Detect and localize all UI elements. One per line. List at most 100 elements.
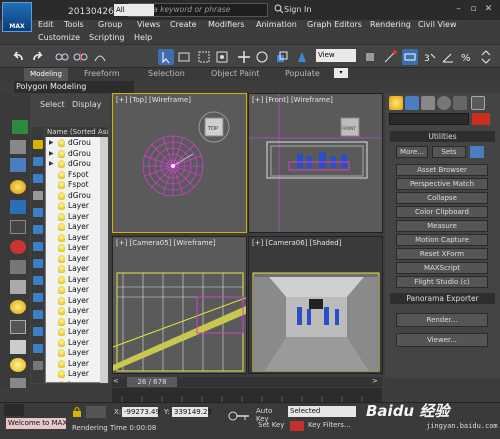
light-bulb-icon[interactable]	[58, 286, 65, 294]
viewport-front[interactable]: [+] [Front] [Wireframe] FRONT	[248, 93, 383, 233]
list-item[interactable]: Layer	[46, 348, 107, 359]
tab-selection[interactable]: Selection	[148, 69, 185, 78]
keyboard-shortcut-icon[interactable]	[402, 49, 418, 65]
unlink-icon[interactable]	[72, 49, 88, 65]
light-bulb-icon[interactable]	[58, 202, 65, 210]
set-key-button[interactable]: Set Key	[258, 421, 284, 429]
track-bar[interactable]	[112, 388, 382, 402]
lights-icon[interactable]	[10, 180, 26, 194]
tab-freeform[interactable]: Freeform	[84, 69, 120, 78]
list-item[interactable]: dGrou	[46, 191, 107, 202]
light-bulb-icon[interactable]	[58, 181, 65, 189]
light-bulb-icon[interactable]	[58, 191, 65, 200]
list-item[interactable]: Layer	[46, 254, 107, 265]
select-manipulate-icon[interactable]	[382, 49, 398, 65]
light-bulb-icon[interactable]	[58, 149, 65, 158]
auto-key-button[interactable]: Auto Key	[256, 407, 284, 423]
menu-help[interactable]: Help	[134, 33, 152, 42]
filter-lights-icon[interactable]	[33, 140, 43, 149]
filter-spacewarps-icon[interactable]	[33, 225, 43, 234]
key-filters-button[interactable]: Key Filters...	[308, 421, 351, 429]
bind-space-warp-icon[interactable]	[92, 49, 108, 65]
camera-icon[interactable]	[10, 220, 26, 234]
render-button[interactable]: Render...	[396, 313, 488, 327]
prev-frame-icon[interactable]: <	[113, 377, 123, 387]
light-bulb-icon[interactable]	[58, 233, 65, 242]
sign-in-button[interactable]: Sign In	[284, 5, 311, 14]
more-button[interactable]: More...	[396, 146, 428, 158]
spinner-snap-icon[interactable]	[478, 49, 494, 65]
utility-button[interactable]: Motion Capture	[396, 234, 488, 246]
filter-containers-icon[interactable]	[33, 293, 43, 302]
filter-all-icon[interactable]	[33, 344, 43, 353]
menu-civil-view[interactable]: Civil View	[418, 20, 457, 29]
tab-object-paint[interactable]: Object Paint	[211, 69, 259, 78]
list-item[interactable]: Layer	[46, 369, 107, 380]
filter-xrefs-icon[interactable]	[33, 259, 43, 268]
utility-button[interactable]: Measure	[396, 220, 488, 232]
motion-tab-icon[interactable]	[437, 96, 451, 110]
percent-snap-icon[interactable]: %	[458, 49, 474, 65]
light-bulb-icon[interactable]	[58, 317, 65, 326]
list-item[interactable]: Layer	[46, 233, 107, 244]
menu-modifiers[interactable]: Modifiers	[208, 20, 245, 29]
viewer-button[interactable]: Viewer...	[396, 333, 488, 347]
list-item[interactable]: ▶ dGrou	[46, 149, 107, 160]
list-item[interactable]: ▶ dGrou	[46, 138, 107, 149]
list-item[interactable]: Layer	[46, 212, 107, 223]
menu-tools[interactable]: Tools	[64, 20, 84, 29]
modify-tab-icon[interactable]	[405, 96, 419, 110]
explorer-scrollbar[interactable]	[100, 137, 108, 383]
set-key-icon[interactable]	[290, 421, 304, 431]
filter-groups-icon[interactable]	[33, 242, 43, 251]
light-bulb-icon[interactable]	[58, 349, 65, 357]
light-bulb-icon[interactable]	[58, 338, 65, 347]
viewport-top[interactable]: [+] [Top] [Wireframe] TOP	[112, 93, 247, 233]
list-item[interactable]: Layer	[46, 306, 107, 317]
light-bulb-icon[interactable]	[58, 160, 65, 168]
light-bulb-icon[interactable]	[58, 380, 65, 382]
light-bulb-icon[interactable]	[58, 254, 65, 263]
filter-geometry-icon[interactable]	[33, 157, 43, 166]
filter-shapes-icon[interactable]	[33, 174, 43, 183]
utility-button[interactable]: MAXScript	[396, 262, 488, 274]
light-bulb-icon[interactable]	[58, 244, 65, 252]
light-bulb-icon[interactable]	[58, 275, 65, 284]
utility-button[interactable]: Collapse	[396, 192, 488, 204]
object-color-swatch[interactable]	[472, 113, 490, 125]
light-bulb-icon[interactable]	[58, 170, 65, 179]
list-item[interactable]: Layer	[46, 359, 107, 370]
maxscript-listener-icon[interactable]	[4, 404, 24, 416]
light-bulb-icon[interactable]	[58, 328, 65, 336]
tab-populate[interactable]: Populate	[285, 69, 320, 78]
menu-edit[interactable]: Edit	[38, 20, 54, 29]
utility-button[interactable]: Reset XForm	[396, 248, 488, 260]
light-bulb-icon[interactable]	[58, 359, 65, 368]
select-by-name-icon[interactable]	[176, 49, 192, 65]
lock-selection-icon[interactable]	[72, 406, 82, 418]
list-item[interactable]: Layer	[46, 380, 107, 382]
menu-rendering[interactable]: Rendering	[370, 20, 411, 29]
select-mode-icon[interactable]	[10, 140, 26, 154]
expand-arrow-icon[interactable]: ▶	[49, 149, 54, 160]
list-item[interactable]: Fspot	[46, 170, 107, 181]
geometry-icon[interactable]	[10, 200, 26, 214]
light-bulb-icon[interactable]	[58, 307, 65, 315]
list-item[interactable]: Layer	[46, 317, 107, 328]
viewport-camera06[interactable]: [+] [Camera06] [Shaded]	[248, 236, 383, 374]
link-icon[interactable]	[54, 49, 70, 65]
list-item[interactable]: Layer	[46, 338, 107, 349]
list-item[interactable]: Layer	[46, 285, 107, 296]
list-item[interactable]: Layer	[46, 222, 107, 233]
explorer-column-header[interactable]: Name (Sorted Asc	[45, 127, 108, 137]
layer-icon[interactable]	[10, 320, 26, 334]
filter-cameras-icon[interactable]	[33, 191, 43, 200]
helpers-icon[interactable]	[10, 240, 26, 254]
list-item[interactable]: ▶ dGrou	[46, 159, 107, 170]
tab-modeling[interactable]: Modeling	[24, 68, 68, 81]
utilities-rollout-header[interactable]: Utilities	[390, 131, 495, 142]
selection-filter-dropdown[interactable]: All	[114, 4, 154, 16]
close-icon[interactable]: ✕	[482, 3, 495, 15]
menu-graph-editors[interactable]: Graph Editors	[307, 20, 362, 29]
scale-icon[interactable]	[274, 49, 290, 65]
